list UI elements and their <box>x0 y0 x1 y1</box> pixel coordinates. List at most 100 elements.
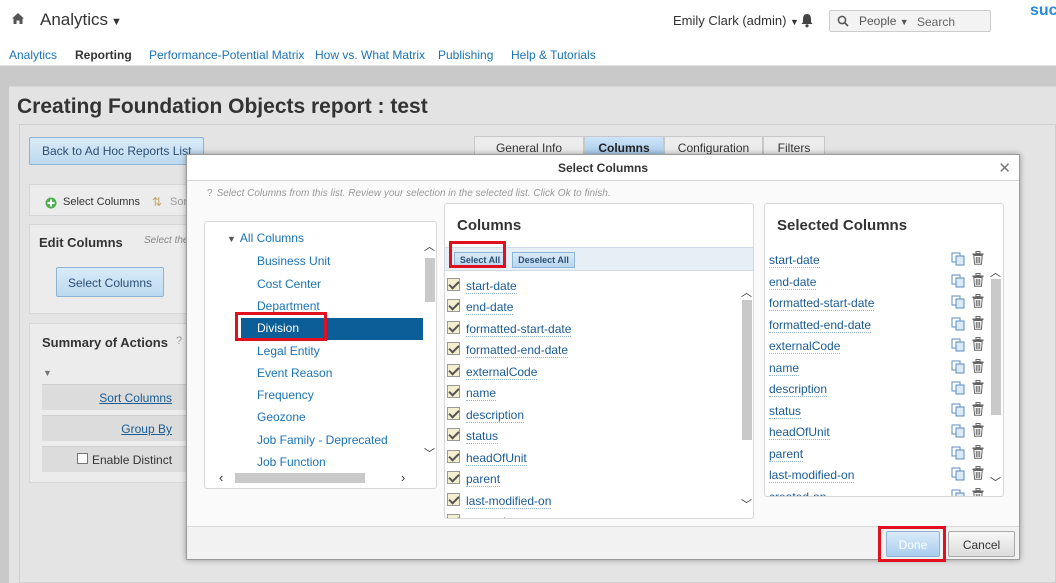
scroll-thumb[interactable] <box>991 279 1001 415</box>
collapse-icon[interactable]: ▼ <box>43 368 52 378</box>
selected-column-label[interactable]: formatted-end-date <box>769 318 872 333</box>
selected-column-label[interactable]: externalCode <box>769 339 841 354</box>
nav-reporting[interactable]: Reporting <box>75 48 132 62</box>
deselect-all-button[interactable]: Deselect All <box>512 252 575 268</box>
selected-column-label[interactable]: parent <box>769 447 804 462</box>
column-checkbox[interactable] <box>447 428 460 441</box>
column-row[interactable]: formatted-end-date <box>445 340 741 361</box>
tab-columns[interactable]: Columns <box>584 136 664 156</box>
scroll-thumb[interactable] <box>425 258 435 302</box>
copy-icon[interactable] <box>951 252 965 266</box>
tree-item[interactable]: Job Family - Deprecated <box>257 433 388 447</box>
tree-horizontal-scrollbar[interactable]: ‹ › <box>213 468 423 488</box>
selected-column-row[interactable]: externalCode <box>765 335 989 356</box>
expand-icon[interactable]: ▼ <box>227 234 236 244</box>
trash-icon[interactable] <box>972 272 984 287</box>
column-row[interactable]: name <box>445 383 741 404</box>
column-checkbox[interactable] <box>447 493 460 506</box>
column-label[interactable]: description <box>466 408 525 423</box>
column-checkbox[interactable] <box>447 364 460 377</box>
select-columns-link[interactable]: Select Columns <box>63 196 140 208</box>
selected-column-row[interactable]: end-date <box>765 271 989 292</box>
chevron-up-icon[interactable]: ︿ <box>990 264 1001 280</box>
scroll-thumb[interactable] <box>742 300 752 440</box>
nav-analytics[interactable]: Analytics <box>9 48 57 62</box>
selected-column-label[interactable]: formatted-start-date <box>769 296 875 311</box>
column-row[interactable]: headOfUnit <box>445 448 741 469</box>
enable-distinct-checkbox[interactable] <box>77 453 88 464</box>
column-row[interactable]: formatted-start-date <box>445 319 741 340</box>
column-label[interactable]: start-date <box>466 279 517 294</box>
home-icon[interactable] <box>10 11 26 27</box>
tree-root-all-columns[interactable]: ▼ All Columns <box>227 231 304 245</box>
back-to-reports-button[interactable]: Back to Ad Hoc Reports List <box>29 137 204 165</box>
columns-vertical-scrollbar[interactable]: ︿ ﹀ <box>740 284 753 514</box>
chevron-up-icon[interactable]: ︿ <box>741 284 752 300</box>
tree-item[interactable]: Business Unit <box>257 254 330 268</box>
tree-item[interactable]: Legal Entity <box>257 344 320 358</box>
selected-vertical-scrollbar[interactable]: ︿ ﹀ <box>989 264 1003 492</box>
copy-icon[interactable] <box>951 424 965 438</box>
copy-icon[interactable] <box>951 274 965 288</box>
copy-icon[interactable] <box>951 381 965 395</box>
selected-column-label[interactable]: description <box>769 382 828 397</box>
copy-icon[interactable] <box>951 467 965 481</box>
selected-column-label[interactable]: end-date <box>769 275 817 290</box>
column-label[interactable]: parent <box>466 472 501 487</box>
trash-icon[interactable] <box>972 444 984 459</box>
nav-publishing[interactable]: Publishing <box>438 48 493 62</box>
copy-icon[interactable] <box>951 317 965 331</box>
column-label[interactable]: last-modified-on <box>466 494 552 509</box>
select-columns-button[interactable]: Select Columns <box>56 267 164 297</box>
column-row[interactable]: last-modified-on <box>445 491 741 512</box>
copy-icon[interactable] <box>951 295 965 309</box>
selected-column-row[interactable]: parent <box>765 443 989 464</box>
tree-item-selected[interactable]: Division <box>241 318 423 340</box>
column-checkbox[interactable] <box>447 342 460 355</box>
selected-column-label[interactable]: status <box>769 404 802 419</box>
trash-icon[interactable] <box>972 251 984 265</box>
selected-column-label[interactable]: headOfUnit <box>769 425 830 440</box>
column-row[interactable]: end-date <box>445 297 741 318</box>
tab-configuration[interactable]: Configuration <box>664 136 763 156</box>
trash-icon[interactable] <box>972 487 984 498</box>
tree-item[interactable]: Geozone <box>257 410 306 424</box>
tab-general-info[interactable]: General Info <box>474 136 584 156</box>
copy-icon[interactable] <box>951 338 965 352</box>
trash-icon[interactable] <box>972 315 984 330</box>
copy-icon[interactable] <box>951 446 965 460</box>
copy-icon[interactable] <box>951 489 965 498</box>
tab-filters[interactable]: Filters <box>763 136 825 156</box>
chevron-down-icon[interactable]: ﹀ <box>424 445 435 461</box>
column-checkbox[interactable] <box>447 450 460 463</box>
bell-icon[interactable] <box>800 13 814 28</box>
column-label[interactable]: end-date <box>466 300 514 315</box>
selected-column-label[interactable]: start-date <box>769 253 820 268</box>
column-checkbox[interactable] <box>447 278 460 291</box>
close-icon[interactable]: ✕ <box>998 159 1011 177</box>
chevron-down-icon[interactable]: ﹀ <box>990 474 1001 490</box>
trash-icon[interactable] <box>972 294 984 308</box>
search-input[interactable]: Search <box>917 15 955 29</box>
selected-column-row[interactable]: name <box>765 357 989 378</box>
trash-icon[interactable] <box>972 380 984 394</box>
column-checkbox[interactable] <box>447 471 460 484</box>
column-row[interactable]: parent <box>445 469 741 490</box>
column-label[interactable]: status <box>466 429 499 444</box>
column-row[interactable]: externalCode <box>445 362 741 383</box>
search-scope-select[interactable]: People ▼ <box>859 14 909 28</box>
column-row[interactable]: start-date <box>445 276 741 297</box>
trash-icon[interactable] <box>972 423 984 437</box>
scroll-thumb[interactable] <box>235 473 365 483</box>
tree-item[interactable]: Cost Center <box>257 277 321 291</box>
column-label[interactable]: externalCode <box>466 365 538 380</box>
chevron-right-icon[interactable]: › <box>401 470 405 485</box>
column-row[interactable]: description <box>445 405 741 426</box>
column-checkbox[interactable] <box>447 299 460 312</box>
trash-icon[interactable] <box>972 401 984 416</box>
column-label[interactable]: formatted-end-date <box>466 343 569 358</box>
user-menu[interactable]: Emily Clark (admin) ▼ <box>673 13 799 28</box>
trash-icon[interactable] <box>972 358 984 373</box>
chevron-up-icon[interactable]: ︿ <box>424 238 435 254</box>
selected-column-label[interactable]: last-modified-on <box>769 468 855 483</box>
